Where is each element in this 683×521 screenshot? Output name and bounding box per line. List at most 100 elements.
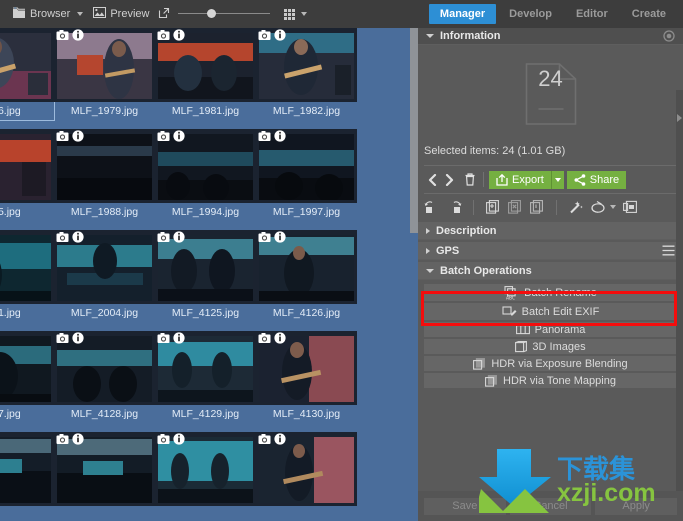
thumbnail-image[interactable] xyxy=(54,129,155,203)
thumbnail-cell[interactable]: MLF_4125.jpg xyxy=(155,230,256,322)
thumbnail-cell[interactable]: 001.jpg xyxy=(0,230,54,322)
thumbnail-size-slider[interactable] xyxy=(178,4,271,24)
grid-chevron-down-icon[interactable] xyxy=(301,12,308,16)
thumbnail-image[interactable] xyxy=(54,331,155,405)
next-button[interactable] xyxy=(441,171,458,189)
3d-images-button[interactable]: 3D Images xyxy=(424,339,677,354)
thumbnail-image[interactable] xyxy=(0,432,54,506)
grid-row: 985.jpg MLF_1988.jpg xyxy=(0,129,418,221)
thumbnail-image[interactable] xyxy=(0,129,54,203)
thumbnail-grid[interactable]: 976.jpg MLF_1979.jpg xyxy=(0,28,418,521)
chevron-down-icon[interactable] xyxy=(426,34,434,38)
thumbnail-image[interactable] xyxy=(155,432,256,506)
delete-button[interactable] xyxy=(461,171,478,189)
thumbnail-image[interactable] xyxy=(0,331,54,405)
copy-add-icon[interactable] xyxy=(485,199,501,215)
thumbnail-image[interactable] xyxy=(54,432,155,506)
grid-view-button[interactable] xyxy=(280,4,299,24)
thumbnail-image[interactable] xyxy=(0,28,54,102)
share-button[interactable]: Share xyxy=(566,170,627,189)
thumbnail-filename: MLF_4126.jpg xyxy=(272,307,341,319)
tab-develop[interactable]: Develop xyxy=(498,4,563,24)
thumbnail-image[interactable] xyxy=(155,129,256,203)
slider-handle[interactable] xyxy=(206,9,216,18)
copy-remove-icon[interactable] xyxy=(507,199,523,215)
thumbnail-image[interactable] xyxy=(256,28,357,102)
thumbnail-image[interactable] xyxy=(54,28,155,102)
preview-button[interactable]: Preview xyxy=(89,4,153,24)
stack-chevron-down-icon[interactable] xyxy=(610,205,616,209)
section-title-description: Description xyxy=(436,224,497,237)
thumbnail-cell[interactable] xyxy=(54,432,155,521)
thumbnail-cell[interactable] xyxy=(0,432,54,521)
thumbnail-image[interactable] xyxy=(256,230,357,304)
external-link-icon[interactable] xyxy=(158,7,170,22)
thumbnail-cell[interactable]: MLF_4126.jpg xyxy=(256,230,357,322)
thumbnail-badges xyxy=(56,130,85,142)
thumbnail-cell[interactable]: MLF_1981.jpg xyxy=(155,28,256,120)
chevron-right-icon[interactable] xyxy=(426,247,430,254)
browser-control[interactable]: Browser xyxy=(8,4,89,24)
grid-scrollbar[interactable] xyxy=(410,28,418,521)
thumbnail-cell[interactable] xyxy=(256,432,357,521)
chevron-down-icon[interactable] xyxy=(426,268,434,273)
section-header-gps[interactable]: GPS xyxy=(418,242,683,260)
thumbnail-image[interactable] xyxy=(256,432,357,506)
stack-icon[interactable] xyxy=(590,199,606,215)
tab-editor[interactable]: Editor xyxy=(565,4,619,24)
thumbnail-image[interactable] xyxy=(155,230,256,304)
prev-button[interactable] xyxy=(424,171,441,189)
thumbnail-image[interactable] xyxy=(54,230,155,304)
chevron-right-icon[interactable] xyxy=(677,114,682,122)
grid-scrollbar-thumb[interactable] xyxy=(410,28,418,233)
browser-button[interactable]: Browser xyxy=(8,4,74,24)
thumbnail-cell[interactable]: 976.jpg xyxy=(0,28,55,121)
thumbnail-cell[interactable]: MLF_2004.jpg xyxy=(54,230,155,322)
thumbnail-filename: MLF_1981.jpg xyxy=(171,105,240,117)
section-header-information[interactable]: Information xyxy=(418,28,683,45)
thumbnail-cell[interactable]: MLF_1997.jpg xyxy=(256,129,357,221)
section-header-batch-operations[interactable]: Batch Operations xyxy=(418,262,683,280)
tab-manager[interactable]: Manager xyxy=(428,4,497,24)
thumbnail-cell[interactable]: MLF_4129.jpg xyxy=(155,331,256,423)
section-header-description[interactable]: Description xyxy=(418,222,683,240)
information-body: 24 Selected items: 24 (1.01 GB) xyxy=(418,45,683,165)
rotate-right-icon[interactable] xyxy=(446,199,462,215)
batch-edit-exif-button[interactable]: Batch Edit EXIF xyxy=(424,303,677,320)
export-dropdown-button[interactable] xyxy=(550,170,564,189)
hdr-exposure-blending-button[interactable]: HDR via Exposure Blending xyxy=(424,356,677,371)
thumbnail-image[interactable] xyxy=(155,28,256,102)
chevron-down-icon[interactable] xyxy=(77,12,84,16)
tab-create[interactable]: Create xyxy=(621,4,677,24)
thumbnail-cell[interactable]: MLF_1982.jpg xyxy=(256,28,357,120)
image-icon xyxy=(93,7,107,21)
copy-page-icon[interactable] xyxy=(529,199,545,215)
information-settings-button[interactable] xyxy=(663,30,675,42)
rotate-left-icon[interactable] xyxy=(424,199,440,215)
thumbnail-image[interactable] xyxy=(256,129,357,203)
duplicate-icon[interactable] xyxy=(622,199,638,215)
thumbnail-cell[interactable]: MLF_1988.jpg xyxy=(54,129,155,221)
hdr-tone-mapping-button[interactable]: HDR via Tone Mapping xyxy=(424,373,677,388)
panorama-button[interactable]: Panorama xyxy=(424,322,677,337)
thumbnail-cell[interactable] xyxy=(155,432,256,521)
thumbnail-cell[interactable]: MLF_1979.jpg xyxy=(54,28,155,120)
chevron-right-icon[interactable] xyxy=(426,227,430,234)
thumbnail-cell[interactable]: MLF_4128.jpg xyxy=(54,331,155,423)
thumbnail-cell[interactable]: MLF_4130.jpg xyxy=(256,331,357,423)
info-icon xyxy=(274,231,287,243)
batch-rename-button[interactable]: ABC Batch Rename xyxy=(424,284,677,301)
photo-thumb xyxy=(0,33,51,99)
thumbnail-image[interactable] xyxy=(155,331,256,405)
gps-menu-button[interactable] xyxy=(662,245,675,256)
info-icon xyxy=(274,29,287,41)
thumbnail-image[interactable] xyxy=(0,230,54,304)
export-button[interactable]: Export xyxy=(489,170,551,189)
camera-icon xyxy=(56,332,69,344)
thumbnail-cell[interactable]: 985.jpg xyxy=(0,129,54,221)
thumbnail-cell[interactable]: MLF_1994.jpg xyxy=(155,129,256,221)
thumbnail-image[interactable] xyxy=(256,331,357,405)
hamburger-icon xyxy=(662,245,675,256)
magic-wand-icon[interactable] xyxy=(568,199,584,215)
thumbnail-cell[interactable]: 127.jpg xyxy=(0,331,54,423)
